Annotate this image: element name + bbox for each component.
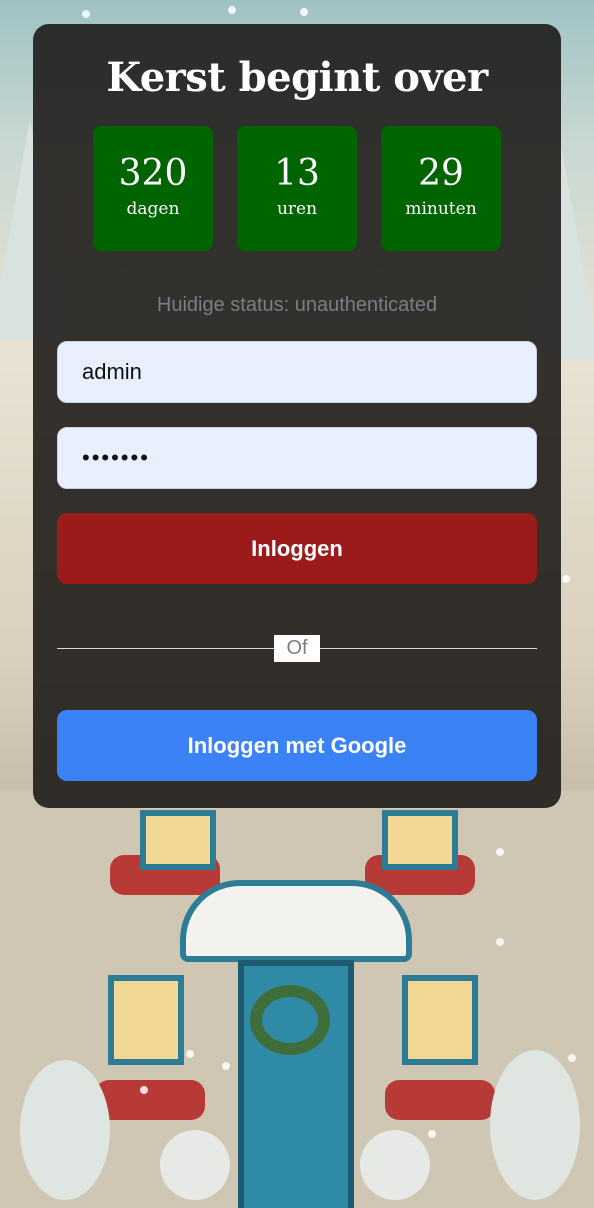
flower-box — [385, 1080, 495, 1120]
divider-label: Of — [274, 635, 320, 662]
snowy-shrub — [490, 1050, 580, 1200]
snowy-shrub — [160, 1130, 230, 1200]
snowflake-icon — [496, 848, 504, 856]
snowflake-icon — [300, 8, 308, 16]
countdown-minutes-box: 29 minuten — [381, 126, 501, 251]
snowflake-icon — [568, 1054, 576, 1062]
flower-box — [95, 1080, 205, 1120]
password-input[interactable] — [57, 427, 537, 489]
house-window — [402, 975, 478, 1065]
snowflake-icon — [186, 1050, 194, 1058]
login-card: Kerst begint over 320 dagen 13 uren 29 m… — [33, 24, 561, 808]
house-window — [382, 810, 458, 870]
snowflake-icon — [222, 1062, 230, 1070]
countdown-minutes-value: 29 — [418, 153, 464, 194]
login-button[interactable]: Inloggen — [57, 513, 537, 584]
door-canopy — [180, 880, 412, 962]
countdown-days-label: dagen — [126, 199, 180, 219]
countdown-days-value: 320 — [118, 153, 188, 194]
countdown-minutes-label: minuten — [405, 199, 477, 219]
house-window — [108, 975, 184, 1065]
snowflake-icon — [140, 1086, 148, 1094]
countdown-timer: 320 dagen 13 uren 29 minuten — [57, 126, 537, 251]
snowflake-icon — [496, 938, 504, 946]
countdown-days-box: 320 dagen — [93, 126, 213, 251]
auth-status-text: Huidige status: unauthenticated — [156, 294, 438, 316]
countdown-hours-value: 13 — [274, 153, 320, 194]
username-input[interactable] — [57, 341, 537, 403]
snowy-shrub — [20, 1060, 110, 1200]
snowflake-icon — [562, 575, 570, 583]
snowy-shrub — [360, 1130, 430, 1200]
google-login-button[interactable]: Inloggen met Google — [57, 710, 537, 781]
or-divider: Of — [57, 633, 537, 663]
countdown-hours-label: uren — [276, 199, 318, 219]
countdown-title: Kerst begint over — [106, 54, 488, 101]
snowflake-icon — [428, 1130, 436, 1138]
house-window — [140, 810, 216, 870]
snowflake-icon — [82, 10, 90, 18]
countdown-hours-box: 13 uren — [237, 126, 357, 251]
snowflake-icon — [228, 6, 236, 14]
wreath-icon — [250, 985, 330, 1055]
